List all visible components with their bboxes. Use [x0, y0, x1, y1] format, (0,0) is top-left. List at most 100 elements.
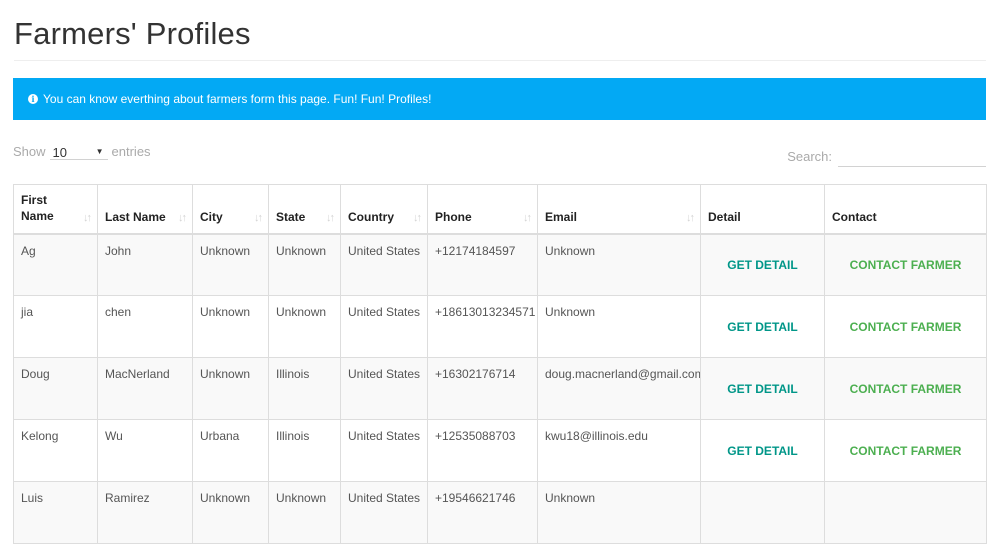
cell-detail: GET DETAIL	[700, 295, 825, 358]
cell-state: Illinois	[268, 419, 341, 482]
column-label: Last Name	[105, 209, 166, 224]
column-header-city[interactable]: City ↓↑	[192, 184, 269, 235]
column-header-email[interactable]: Email ↓↑	[537, 184, 701, 235]
get-detail-button[interactable]: GET DETAIL	[727, 444, 797, 458]
cell-country: United States	[340, 233, 428, 296]
table-row: Luis Ramirez Unknown Unknown United Stat…	[13, 481, 987, 544]
sort-icon: ↓↑	[254, 211, 263, 224]
entries-length-value: 10	[52, 145, 67, 160]
sort-icon: ↓↑	[83, 211, 92, 224]
column-header-country[interactable]: Country ↓↑	[340, 184, 428, 235]
cell-email: kwu18@illinois.edu	[537, 419, 701, 482]
entries-label: entries	[111, 143, 151, 159]
cell-state: Unknown	[268, 481, 341, 544]
column-header-state[interactable]: State ↓↑	[268, 184, 341, 235]
cell-last-name: chen	[97, 295, 193, 358]
table-header-row: First Name ↓↑ Last Name ↓↑ City ↓↑ State ↓↑ …	[13, 184, 987, 235]
cell-email: Unknown	[537, 295, 701, 358]
cell-state: Unknown	[268, 295, 341, 358]
cell-detail	[700, 481, 825, 544]
sort-icon: ↓↑	[686, 211, 695, 224]
column-header-last-name[interactable]: Last Name ↓↑	[97, 184, 193, 235]
cell-contact	[824, 481, 987, 544]
cell-contact: CONTACT FARMER	[824, 357, 987, 420]
cell-country: United States	[340, 357, 428, 420]
info-banner: i You can know everthing about farmers f…	[13, 78, 986, 120]
cell-country: United States	[340, 295, 428, 358]
column-label: Email	[545, 209, 578, 224]
table-row: Ag John Unknown Unknown United States +1…	[13, 233, 987, 296]
cell-phone: +16302176714	[427, 357, 538, 420]
cell-detail: GET DETAIL	[700, 233, 825, 296]
column-label: City	[200, 209, 223, 224]
show-label: Show	[13, 143, 46, 159]
title-divider	[14, 60, 986, 61]
entries-length-control: Show 10 ▼ entries	[13, 142, 151, 160]
farmers-table: First Name ↓↑ Last Name ↓↑ City ↓↑ State ↓↑ …	[13, 184, 987, 544]
page-title: Farmers' Profiles	[14, 16, 251, 51]
cell-first-name: jia	[13, 295, 98, 358]
cell-contact: CONTACT FARMER	[824, 419, 987, 482]
info-circle-icon: i	[28, 94, 38, 104]
column-label: Contact	[832, 209, 877, 224]
cell-detail: GET DETAIL	[700, 357, 825, 420]
column-label: Detail	[708, 209, 741, 224]
farmers-table-container: First Name ↓↑ Last Name ↓↑ City ↓↑ State ↓↑ …	[13, 184, 987, 544]
cell-city: Urbana	[192, 419, 269, 482]
column-header-first-name[interactable]: First Name ↓↑	[13, 184, 98, 235]
sort-icon: ↓↑	[523, 211, 532, 224]
cell-phone: +12174184597	[427, 233, 538, 296]
cell-contact: CONTACT FARMER	[824, 295, 987, 358]
contact-farmer-button[interactable]: CONTACT FARMER	[850, 382, 962, 396]
table-row: Kelong Wu Urbana Illinois United States …	[13, 419, 987, 482]
column-header-contact: Contact	[824, 184, 987, 235]
cell-first-name: Ag	[13, 233, 98, 296]
table-row: Doug MacNerland Unknown Illinois United …	[13, 357, 987, 420]
column-header-detail: Detail	[700, 184, 825, 235]
cell-detail: GET DETAIL	[700, 419, 825, 482]
table-row: jia chen Unknown Unknown United States +…	[13, 295, 987, 358]
column-label: Phone	[435, 209, 472, 224]
cell-phone: +12535088703	[427, 419, 538, 482]
search-input[interactable]	[838, 146, 986, 167]
contact-farmer-button[interactable]: CONTACT FARMER	[850, 320, 962, 334]
column-label: Country	[348, 209, 394, 224]
cell-city: Unknown	[192, 233, 269, 296]
column-header-phone[interactable]: Phone ↓↑	[427, 184, 538, 235]
cell-email: doug.macnerland@gmail.com	[537, 357, 701, 420]
cell-phone: +19546621746	[427, 481, 538, 544]
sort-icon: ↓↑	[413, 211, 422, 224]
cell-country: United States	[340, 481, 428, 544]
caret-down-icon: ▼	[95, 147, 104, 156]
cell-contact: CONTACT FARMER	[824, 233, 987, 296]
column-label: First Name	[21, 192, 54, 223]
info-banner-text: You can know everthing about farmers for…	[43, 92, 432, 106]
cell-state: Illinois	[268, 357, 341, 420]
get-detail-button[interactable]: GET DETAIL	[727, 320, 797, 334]
column-label: State	[276, 209, 306, 224]
cell-last-name: Wu	[97, 419, 193, 482]
cell-first-name: Kelong	[13, 419, 98, 482]
cell-city: Unknown	[192, 357, 269, 420]
search-label: Search:	[787, 149, 832, 164]
get-detail-button[interactable]: GET DETAIL	[727, 258, 797, 272]
cell-city: Unknown	[192, 481, 269, 544]
entries-length-select[interactable]: 10 ▼	[49, 142, 108, 160]
cell-city: Unknown	[192, 295, 269, 358]
sort-icon: ↓↑	[178, 211, 187, 224]
get-detail-button[interactable]: GET DETAIL	[727, 382, 797, 396]
cell-email: Unknown	[537, 481, 701, 544]
sort-icon: ↓↑	[326, 211, 335, 224]
cell-phone: +18613013234571	[427, 295, 538, 358]
cell-email: Unknown	[537, 233, 701, 296]
cell-last-name: John	[97, 233, 193, 296]
contact-farmer-button[interactable]: CONTACT FARMER	[850, 444, 962, 458]
cell-last-name: MacNerland	[97, 357, 193, 420]
cell-first-name: Doug	[13, 357, 98, 420]
cell-first-name: Luis	[13, 481, 98, 544]
contact-farmer-button[interactable]: CONTACT FARMER	[850, 258, 962, 272]
cell-last-name: Ramirez	[97, 481, 193, 544]
search-control: Search:	[787, 146, 986, 167]
cell-state: Unknown	[268, 233, 341, 296]
cell-country: United States	[340, 419, 428, 482]
